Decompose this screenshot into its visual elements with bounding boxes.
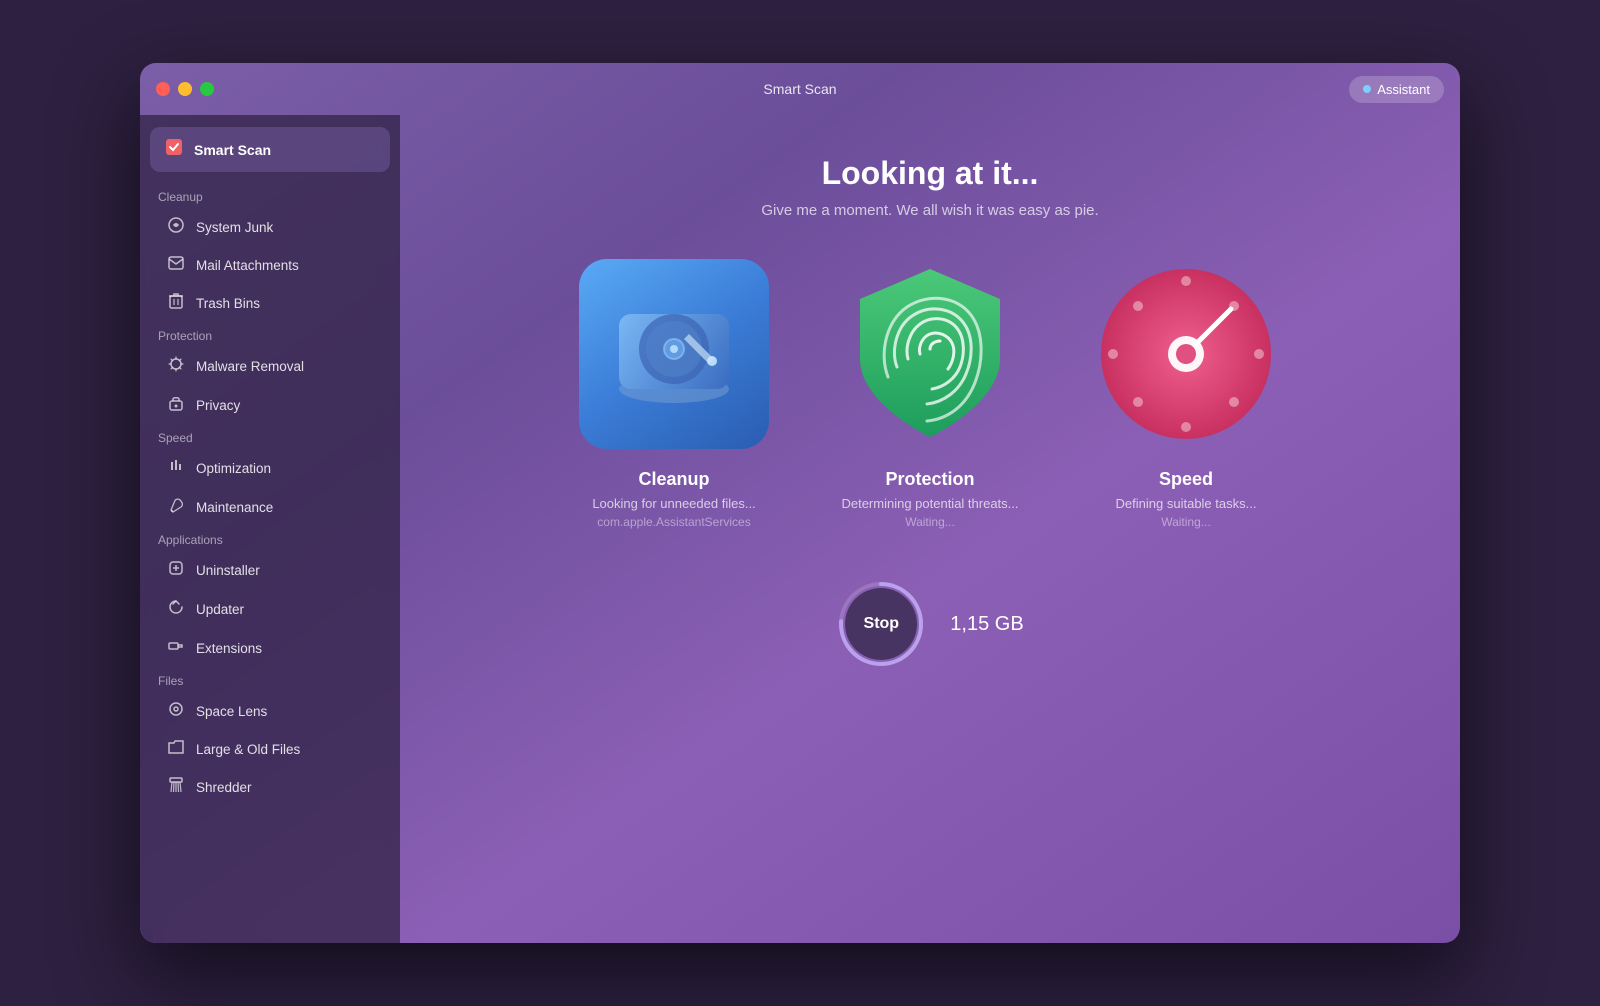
- sidebar: Smart Scan Cleanup System Junk Mail Atta…: [140, 115, 400, 943]
- updater-label: Updater: [196, 602, 244, 617]
- sidebar-section-cleanup: Cleanup: [140, 184, 400, 208]
- maintenance-icon: [166, 497, 186, 518]
- speed-card-status: Defining suitable tasks...: [1116, 496, 1257, 511]
- protection-card-status: Determining potential threats...: [841, 496, 1018, 511]
- cleanup-card-icon: [579, 259, 769, 449]
- optimization-icon: [166, 458, 186, 479]
- shredder-icon: [166, 777, 186, 798]
- assistant-label: Assistant: [1377, 82, 1430, 97]
- trash-bins-label: Trash Bins: [196, 296, 260, 311]
- size-label: 1,15 GB: [950, 613, 1023, 636]
- sidebar-item-mail-attachments[interactable]: Mail Attachments: [148, 247, 392, 284]
- sidebar-item-updater[interactable]: Updater: [148, 590, 392, 629]
- maintenance-label: Maintenance: [196, 500, 273, 515]
- app-window: Smart Scan Assistant Smart Scan Cleanup: [140, 63, 1460, 943]
- cleanup-card-status: Looking for unneeded files...: [592, 496, 755, 511]
- system-junk-icon: [166, 217, 186, 238]
- mail-attachments-label: Mail Attachments: [196, 258, 299, 273]
- extensions-label: Extensions: [196, 641, 262, 656]
- malware-icon: [166, 356, 186, 377]
- speed-card-title: Speed: [1159, 469, 1213, 490]
- cards-row: Cleanup Looking for unneeded files... co…: [564, 259, 1296, 529]
- card-cleanup: Cleanup Looking for unneeded files... co…: [564, 259, 784, 529]
- uninstaller-label: Uninstaller: [196, 563, 260, 578]
- maximize-button[interactable]: [200, 82, 214, 96]
- stop-area: Stop 1,15 GB: [836, 579, 1023, 669]
- shredder-label: Shredder: [196, 780, 252, 795]
- space-lens-label: Space Lens: [196, 704, 267, 719]
- speed-card-icon: [1091, 259, 1281, 449]
- card-protection: Protection Determining potential threats…: [820, 259, 1040, 529]
- smart-scan-label: Smart Scan: [194, 142, 271, 158]
- window-title: Smart Scan: [763, 81, 836, 97]
- sidebar-section-protection: Protection: [140, 323, 400, 347]
- content-subtitle: Give me a moment. We all wish it was eas…: [761, 202, 1098, 219]
- assistant-dot: [1363, 85, 1371, 93]
- optimization-label: Optimization: [196, 461, 271, 476]
- minimize-button[interactable]: [178, 82, 192, 96]
- main-layout: Smart Scan Cleanup System Junk Mail Atta…: [140, 115, 1460, 943]
- protection-card-sub-status: Waiting...: [905, 515, 955, 529]
- sidebar-item-trash-bins[interactable]: Trash Bins: [148, 284, 392, 323]
- card-speed: Speed Defining suitable tasks... Waiting…: [1076, 259, 1296, 529]
- space-lens-icon: [166, 701, 186, 722]
- protection-card-title: Protection: [885, 469, 974, 490]
- stop-button[interactable]: Stop: [845, 588, 917, 660]
- sidebar-item-shredder[interactable]: Shredder: [148, 768, 392, 807]
- privacy-label: Privacy: [196, 398, 240, 413]
- stop-button-wrap: Stop: [836, 579, 926, 669]
- sidebar-item-large-old-files[interactable]: Large & Old Files: [148, 731, 392, 768]
- sidebar-section-applications: Applications: [140, 527, 400, 551]
- content-area: Looking at it... Give me a moment. We al…: [400, 115, 1460, 943]
- updater-icon: [166, 599, 186, 620]
- sidebar-item-uninstaller[interactable]: Uninstaller: [148, 551, 392, 590]
- assistant-button[interactable]: Assistant: [1349, 76, 1444, 103]
- large-old-files-label: Large & Old Files: [196, 742, 300, 757]
- sidebar-item-privacy[interactable]: Privacy: [148, 386, 392, 425]
- sidebar-section-speed: Speed: [140, 425, 400, 449]
- sidebar-item-system-junk[interactable]: System Junk: [148, 208, 392, 247]
- cleanup-card-sub-status: com.apple.AssistantServices: [597, 515, 750, 529]
- mail-icon: [166, 256, 186, 275]
- cleanup-card-title: Cleanup: [638, 469, 709, 490]
- system-junk-label: System Junk: [196, 220, 273, 235]
- folder-icon: [166, 740, 186, 759]
- trash-icon: [166, 293, 186, 314]
- protection-card-icon: [840, 259, 1020, 449]
- sidebar-item-optimization[interactable]: Optimization: [148, 449, 392, 488]
- extensions-icon: [166, 638, 186, 659]
- sidebar-item-malware-removal[interactable]: Malware Removal: [148, 347, 392, 386]
- smart-scan-icon: [164, 137, 184, 162]
- content-title: Looking at it...: [822, 155, 1039, 192]
- title-bar: Smart Scan Assistant: [140, 63, 1460, 115]
- uninstaller-icon: [166, 560, 186, 581]
- malware-removal-label: Malware Removal: [196, 359, 304, 374]
- speed-card-sub-status: Waiting...: [1161, 515, 1211, 529]
- close-button[interactable]: [156, 82, 170, 96]
- privacy-icon: [166, 395, 186, 416]
- sidebar-item-extensions[interactable]: Extensions: [148, 629, 392, 668]
- traffic-lights: [156, 82, 214, 96]
- sidebar-item-maintenance[interactable]: Maintenance: [148, 488, 392, 527]
- sidebar-item-smart-scan[interactable]: Smart Scan: [150, 127, 390, 172]
- sidebar-item-space-lens[interactable]: Space Lens: [148, 692, 392, 731]
- sidebar-section-files: Files: [140, 668, 400, 692]
